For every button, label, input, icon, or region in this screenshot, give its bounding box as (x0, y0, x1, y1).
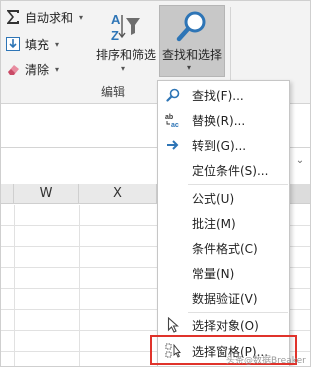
column-header-x[interactable]: X (79, 184, 157, 204)
menu-item-replace[interactable]: ab ac 替换(R)... (158, 108, 289, 132)
svg-text:ab: ab (165, 114, 173, 121)
svg-text:ac: ac (171, 122, 179, 128)
magnifier-search-icon (176, 11, 206, 42)
autosum-sigma-icon (5, 9, 21, 25)
replace-ab-ac-icon: ab ac (158, 108, 188, 132)
menu-item-goto[interactable]: 转到(G)... (158, 133, 289, 157)
sort-filter-az-icon: A Z (111, 12, 140, 43)
menu-item-select-objects[interactable]: 选择对象(O) (158, 313, 289, 337)
menu-item-comments[interactable]: 批注(M) (158, 211, 289, 235)
goto-arrow-icon (158, 133, 188, 157)
menu-item-constants[interactable]: 常量(N) (158, 261, 289, 285)
autosum-button[interactable]: 自动求和 ▾ (5, 7, 83, 27)
editing-group-label: 编辑 (100, 85, 125, 99)
find-select-button[interactable]: 查找和选择 ▾ (159, 5, 225, 77)
fill-label: 填充 (25, 37, 50, 52)
column-header-w[interactable]: W (14, 184, 79, 204)
menu-item-label: 查找(F)... (192, 88, 244, 103)
menu-item-label: 常量(N) (192, 266, 235, 281)
menu-item-label: 公式(U) (192, 191, 235, 206)
watermark-text: 头条@数据Breaker (226, 356, 306, 366)
fill-down-arrow-icon (5, 36, 21, 52)
autosum-label: 自动求和 (25, 10, 74, 25)
menu-item-label: 定位条件(S)... (192, 163, 269, 178)
svg-text:Z: Z (111, 28, 119, 43)
sort-filter-button[interactable]: A Z 排序和筛选 ▾ (93, 5, 159, 79)
menu-item-label: 选择对象(O) (192, 318, 259, 333)
select-objects-cursor-icon (158, 313, 188, 337)
menu-item-formulas[interactable]: 公式(U) (158, 186, 289, 210)
menu-item-conditional-formatting[interactable]: 条件格式(C) (158, 236, 289, 260)
find-select-label: 查找和选择 (161, 48, 222, 62)
menu-item-label: 条件格式(C) (192, 241, 258, 256)
chevron-down-icon: ▾ (55, 39, 60, 49)
column-header-partial[interactable] (1, 184, 14, 204)
excel-window: 自动求和 ▾ 填充 ▾ 清除 ▾ A Z 排序和筛选 ▾ 查找和选择 ▾ 编辑 … (0, 0, 311, 367)
expand-formula-bar-icon[interactable]: ⌄ (294, 152, 306, 170)
menu-item-goto-special[interactable]: 定位条件(S)... (158, 158, 289, 182)
menu-item-find[interactable]: 查找(F)... (158, 83, 289, 107)
find-select-menu: 查找(F)... ab ac 替换(R)... 转到(G)... 定位条件(S)… (157, 80, 290, 366)
magnifier-search-icon (158, 83, 188, 107)
chevron-down-icon: ▾ (55, 64, 60, 74)
chevron-down-icon: ▾ (121, 64, 126, 73)
chevron-down-icon: ▾ (79, 12, 84, 22)
clear-label: 清除 (25, 62, 50, 77)
menu-item-label: 批注(M) (192, 216, 236, 231)
menu-item-label: 转到(G)... (192, 138, 247, 153)
menu-item-label: 数据验证(V) (192, 291, 258, 306)
menu-separator (188, 184, 288, 185)
svg-text:A: A (111, 12, 121, 27)
menu-item-label: 替换(R)... (192, 113, 246, 128)
sort-filter-label: 排序和筛选 (95, 48, 156, 62)
eraser-clear-icon (5, 61, 21, 77)
chevron-down-icon: ▾ (187, 63, 192, 72)
fill-button[interactable]: 填充 ▾ (5, 34, 59, 54)
clear-button[interactable]: 清除 ▾ (5, 59, 59, 79)
menu-item-data-validation[interactable]: 数据验证(V) (158, 286, 289, 310)
